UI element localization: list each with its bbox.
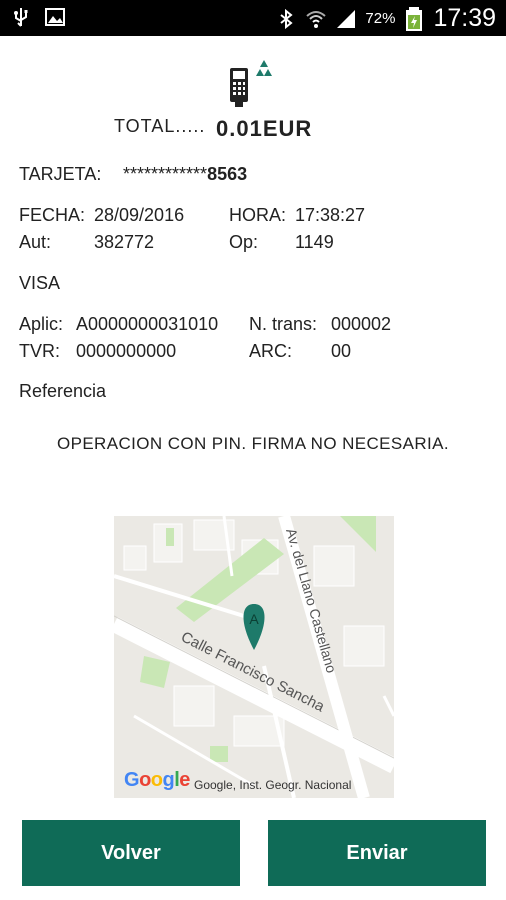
volver-button[interactable]: Volver [22,820,240,886]
arc-value: 00 [331,341,352,361]
tvr-label: TVR: [19,341,61,361]
hora-label: HORA: [229,205,287,225]
wifi-icon [306,10,327,28]
signal-icon [337,9,356,28]
bluetooth-icon [280,8,294,29]
image-icon [45,8,65,26]
map-attribution: Google, Inst. Geogr. Nacional [194,778,352,792]
aplic-label: Aplic: [19,314,64,334]
marker-label: A [249,611,259,627]
arc-label: ARC: [249,341,293,361]
pin-message: OPERACION CON PIN. FIRMA NO NECESARIA. [56,434,450,453]
location-map[interactable]: Calle Francisco Sancha Av. del Llano Cas… [114,516,394,798]
enviar-button[interactable]: Enviar [268,820,486,886]
aut-value: 382772 [94,232,155,252]
op-value: 1149 [295,232,334,252]
tarjeta-last-digits: 8563 [207,164,248,184]
total-label: TOTAL..... [114,116,206,136]
aplic-value: A0000000031010 [76,314,219,334]
tarjeta-label: TARJETA: [19,164,102,184]
fecha-label: FECHA: [19,205,86,225]
tarjeta-mask: ************ [123,164,208,184]
total-value: 0.01EUR [216,116,313,136]
card-brand: VISA [19,273,61,293]
tvr-value: 0000000000 [76,341,177,361]
ntrans-value: 000002 [331,314,392,334]
fecha-value: 28/09/2016 [94,205,185,225]
pos-terminal-icon [230,60,272,107]
ntrans-label: N. trans: [249,314,318,334]
tarjeta-number: ************8563 [123,164,247,185]
referencia-label: Referencia [19,381,107,401]
status-bar: 72% 17:39 [0,0,506,36]
battery-percent: 72% [365,10,396,27]
hora-value: 17:38:27 [295,205,366,225]
clock: 17:39 [433,4,496,32]
op-label: Op: [229,232,259,252]
total-row: TOTAL..... 0.01EUR [0,110,506,136]
google-logo: Google [124,769,190,791]
aut-label: Aut: [19,232,52,252]
battery-icon [406,6,423,31]
usb-icon [14,8,28,27]
